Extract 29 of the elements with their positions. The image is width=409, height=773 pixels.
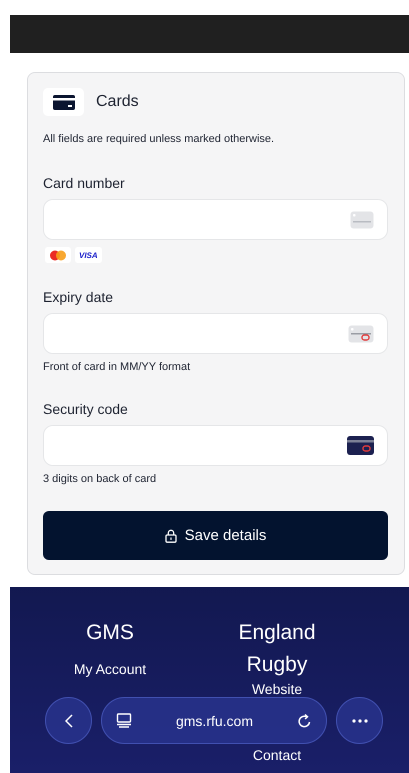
card-icon <box>52 94 74 110</box>
field-label: Security code <box>43 401 129 417</box>
url-text: gms.rfu.com <box>176 712 253 728</box>
save-details-button[interactable]: Save details <box>43 511 388 560</box>
mastercard-logo <box>45 247 71 263</box>
section-title: Cards <box>96 93 139 111</box>
footer-heading: GMS <box>86 620 134 646</box>
footer-heading: England Rugby <box>237 620 317 678</box>
footer-link[interactable]: Website <box>252 681 302 697</box>
card-icon <box>348 324 374 342</box>
input-field[interactable] <box>43 313 388 354</box>
card-icon <box>350 210 374 228</box>
input-field[interactable] <box>43 425 388 466</box>
field-hint: 3 digits on back of card <box>43 473 158 485</box>
field-label: Card number <box>43 175 126 191</box>
visa-logo: VISA <box>75 247 102 263</box>
footer-link[interactable]: Contact <box>252 747 302 763</box>
input-field[interactable] <box>43 199 388 240</box>
field-label: Expiry date <box>43 289 114 305</box>
back-chevron-icon <box>64 714 72 728</box>
lock-icon <box>164 528 177 542</box>
more-icon <box>352 718 368 722</box>
required-note: All fields are required unless marked otherwise. <box>43 133 276 145</box>
reload-icon <box>296 712 312 728</box>
field-hint: Front of card in MM/YY format <box>43 361 192 373</box>
address-bar[interactable]: gms.rfu.com <box>101 697 327 744</box>
card-icon <box>347 436 374 455</box>
footer-link[interactable]: My Account <box>74 661 146 677</box>
tabs-icon <box>116 713 132 728</box>
